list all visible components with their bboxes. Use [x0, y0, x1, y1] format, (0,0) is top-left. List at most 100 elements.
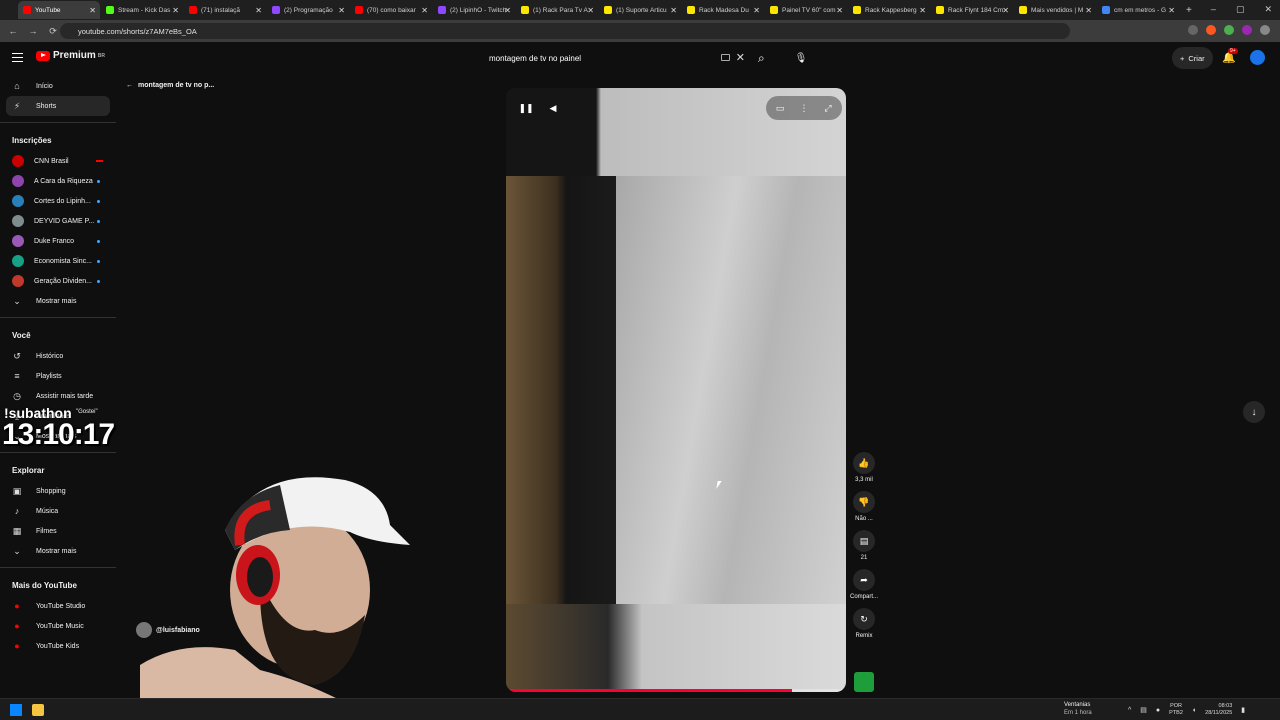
browser-tab[interactable]: cm em metros - G ✕: [1097, 1, 1179, 19]
sidebar-item[interactable]: ● YouTube Studio: [0, 596, 116, 616]
file-explorer-icon[interactable]: [32, 704, 44, 716]
video-progress-bar[interactable]: [510, 689, 842, 692]
weather-widget[interactable]: Ventanias Em 1 hora: [1050, 701, 1092, 717]
fullscreen-icon[interactable]: ⤢: [818, 98, 838, 118]
browser-tab[interactable]: YouTube ✕: [18, 1, 100, 19]
windows-start-icon[interactable]: [10, 704, 22, 716]
language-indicator[interactable]: POR PTB2: [1169, 703, 1183, 717]
browser-tab[interactable]: (71) instalaçã ✕: [184, 1, 266, 19]
extension-icon[interactable]: [1242, 25, 1252, 35]
sidebar-section-title[interactable]: Explorar: [0, 459, 116, 481]
sidebar-item[interactable]: Cortes do Lipinh...: [0, 191, 116, 211]
close-tab-icon[interactable]: ✕: [89, 6, 96, 15]
sidebar-section-title[interactable]: Você: [0, 324, 116, 346]
close-tab-icon[interactable]: ✕: [670, 6, 677, 15]
browser-tab[interactable]: Painel TV 60" com ✕: [765, 1, 847, 19]
sidebar-item[interactable]: ▦ Filmes: [0, 521, 116, 541]
search-input[interactable]: montagem de tv no painel: [489, 54, 581, 63]
dislike-action[interactable]: 👎 Não ...: [852, 491, 876, 522]
browser-tab[interactable]: (2) LipinhO - Twitch ✕: [433, 1, 515, 19]
sidebar-item[interactable]: Duke Franco: [0, 231, 116, 251]
clear-search-icon[interactable]: ✕: [736, 51, 745, 64]
sidebar-item[interactable]: ⚡ Shorts: [6, 96, 110, 116]
avatar[interactable]: [1250, 50, 1265, 65]
share-action[interactable]: ➦ Compart...: [850, 569, 878, 600]
close-tab-icon[interactable]: ✕: [1085, 6, 1092, 15]
captions-icon[interactable]: ▭: [770, 98, 790, 118]
close-tab-icon[interactable]: ✕: [587, 6, 594, 15]
back-icon[interactable]: ←: [6, 26, 20, 36]
comment-icon[interactable]: ▤: [853, 530, 875, 552]
volume-icon[interactable]: ◀: [543, 98, 563, 118]
channel-handle[interactable]: @luisfabiano: [136, 622, 200, 638]
sidebar-item[interactable]: ● YouTube Music: [0, 616, 116, 636]
create-button[interactable]: + Criar: [1172, 47, 1213, 69]
chevron-up-icon[interactable]: ^: [1128, 707, 1131, 714]
search-box[interactable]: montagem de tv no painel ✕: [482, 47, 752, 69]
like-action[interactable]: 👍 3,3 mil: [852, 452, 876, 483]
sidebar-item[interactable]: ≡ Playlists: [0, 366, 116, 386]
remix-icon[interactable]: ↻: [853, 608, 875, 630]
sidebar-item[interactable]: ● YouTube Kids: [0, 636, 116, 656]
browser-tab[interactable]: Stream - Kick Das ✕: [101, 1, 183, 19]
menu-icon[interactable]: [12, 53, 23, 62]
url-field[interactable]: youtube.com/shorts/z7AM7eBs_OA: [60, 23, 1070, 39]
thumb-up-icon[interactable]: 👍: [853, 452, 875, 474]
browser-tab[interactable]: Rack Madesa Du ✕: [682, 1, 764, 19]
notification-center-icon[interactable]: ▮: [1241, 706, 1245, 714]
extension-icon[interactable]: [1188, 25, 1198, 35]
reload-icon[interactable]: ⟳: [46, 26, 60, 37]
keyboard-icon[interactable]: [721, 54, 730, 61]
close-tab-icon[interactable]: ✕: [1002, 6, 1009, 15]
speaker-icon[interactable]: ◖: [1192, 707, 1196, 714]
browser-tab[interactable]: (70) como baixar ✕: [350, 1, 432, 19]
sidebar-item[interactable]: ◷ Assistir mais tarde: [0, 386, 116, 406]
extension-icon[interactable]: [1224, 25, 1234, 35]
mic-tray-icon[interactable]: ●: [1156, 707, 1160, 714]
pause-icon[interactable]: ❚❚: [516, 98, 536, 118]
youtube-logo[interactable]: Premium BR: [36, 50, 105, 61]
comments-action[interactable]: ▤ 21: [852, 530, 876, 561]
mic-icon[interactable]: 🎙: [790, 47, 812, 69]
shorts-video-player[interactable]: ❚❚ ◀ ▭ ⋮ ⤢: [506, 88, 846, 692]
sidebar-item[interactable]: ▣ Shopping: [0, 481, 116, 501]
more-options-icon[interactable]: ⋮: [794, 98, 814, 118]
close-window-icon[interactable]: ✕: [1264, 4, 1272, 15]
minimize-icon[interactable]: –: [1211, 4, 1216, 15]
thumb-down-icon[interactable]: 👎: [853, 491, 875, 513]
close-tab-icon[interactable]: ✕: [919, 6, 926, 15]
close-tab-icon[interactable]: ✕: [338, 6, 345, 15]
close-tab-icon[interactable]: ✕: [836, 6, 843, 15]
browser-tab[interactable]: (2) Programação ✕: [267, 1, 349, 19]
clock[interactable]: 08:03 28/11/2025: [1205, 703, 1232, 717]
sidebar-item[interactable]: DEYVID GAME P...: [0, 211, 116, 231]
close-tab-icon[interactable]: ✕: [255, 6, 262, 15]
sidebar-item[interactable]: A Cara da Riqueza: [0, 171, 116, 191]
sidebar-item[interactable]: CNN Brasil: [0, 151, 116, 171]
back-to-search[interactable]: ← montagem de tv no p...: [126, 82, 214, 89]
browser-tab[interactable]: Rack Flynt 184 Cm ✕: [931, 1, 1013, 19]
sidebar-item[interactable]: ⌄ Mostrar mais: [0, 291, 116, 311]
network-icon[interactable]: ▤: [1140, 706, 1147, 714]
sidebar-item[interactable]: ⌄ Mostrar mais: [0, 541, 116, 561]
remix-action[interactable]: ↻ Remix: [852, 608, 876, 639]
sidebar-item[interactable]: ↺ Histórico: [0, 346, 116, 366]
share-icon[interactable]: ➦: [853, 569, 875, 591]
sidebar-section-title[interactable]: Mais do YouTube: [0, 574, 116, 596]
close-tab-icon[interactable]: ✕: [421, 6, 428, 15]
browser-tab[interactable]: (1) Rack Para Tv A ✕: [516, 1, 598, 19]
sidebar-item[interactable]: Geração Dividen...: [0, 271, 116, 291]
remix-thumbnail[interactable]: [854, 672, 874, 692]
new-tab-button[interactable]: +: [1186, 5, 1192, 16]
search-icon[interactable]: ⌕: [758, 51, 765, 66]
next-short-button[interactable]: ↓: [1243, 401, 1265, 423]
extension-icon[interactable]: [1206, 25, 1216, 35]
profile-icon[interactable]: [1260, 25, 1270, 35]
close-tab-icon[interactable]: ✕: [504, 6, 511, 15]
forward-icon[interactable]: →: [26, 26, 40, 36]
close-tab-icon[interactable]: ✕: [1168, 6, 1175, 15]
close-tab-icon[interactable]: ✕: [753, 6, 760, 15]
sidebar-item[interactable]: ♪ Música: [0, 501, 116, 521]
sidebar-item[interactable]: ⌂ Início: [0, 76, 116, 96]
browser-tab[interactable]: (1) Suporte Articu ✕: [599, 1, 681, 19]
